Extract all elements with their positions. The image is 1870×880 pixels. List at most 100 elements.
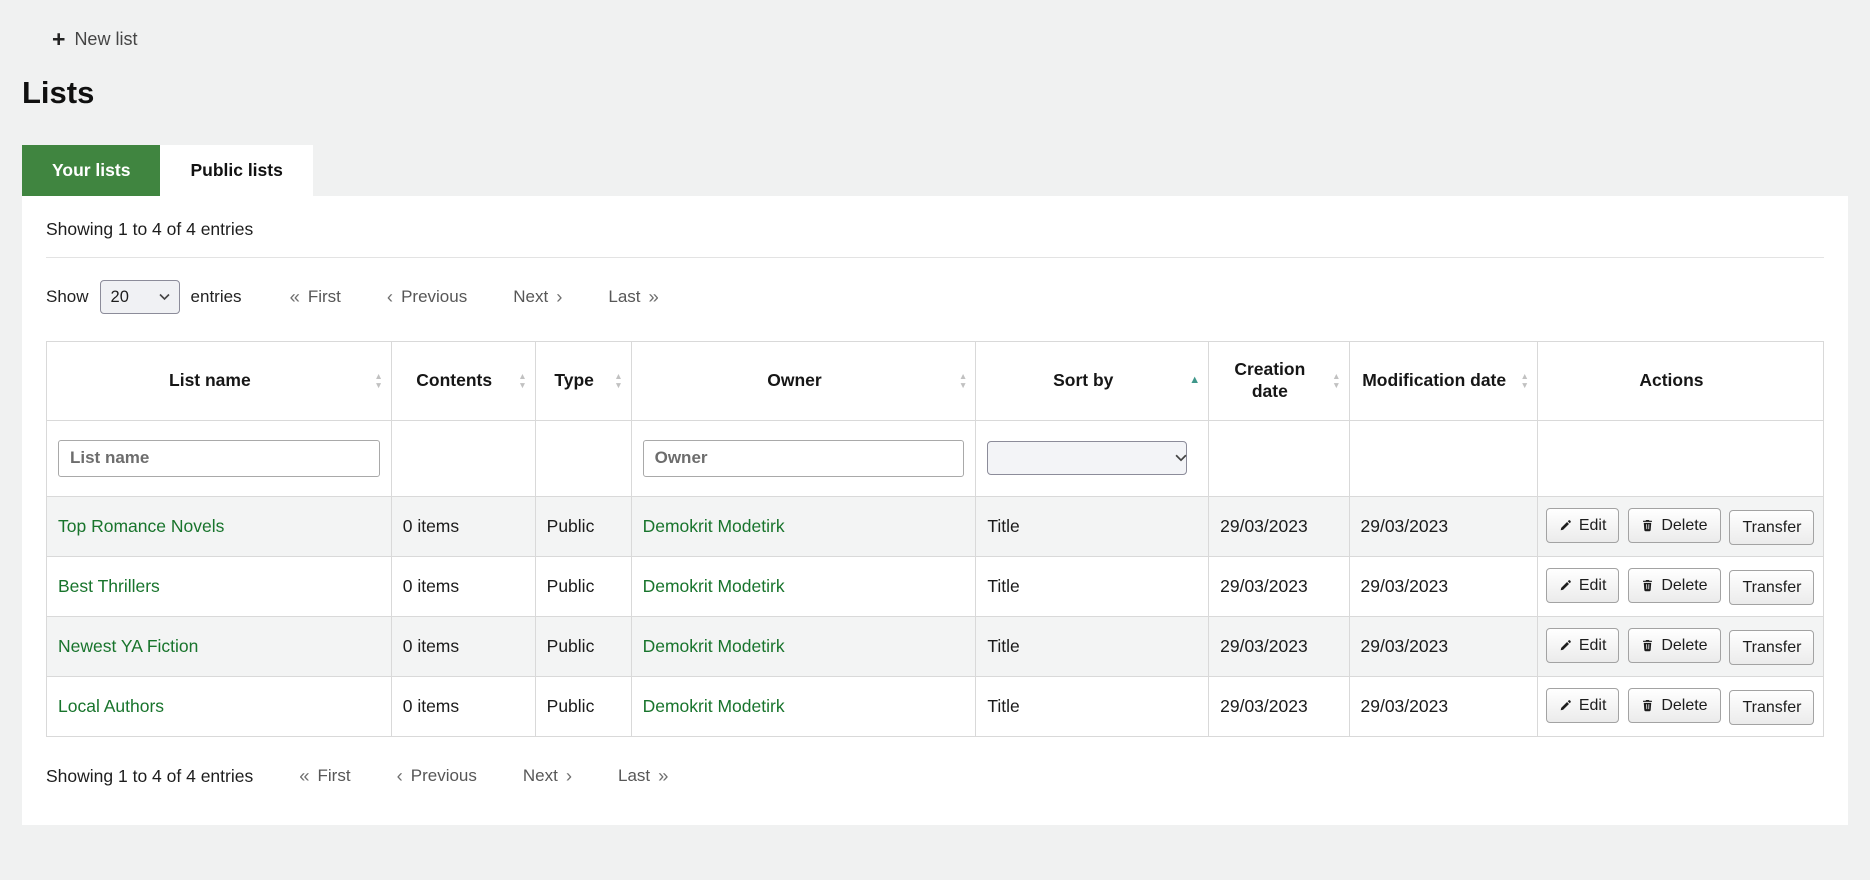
trash-icon [1641, 699, 1654, 712]
contents-cell: 0 items [391, 556, 535, 616]
delete-button[interactable]: Delete [1628, 688, 1720, 723]
sort-by-filter-select[interactable] [987, 441, 1187, 475]
pagination-previous[interactable]: ‹ Previous [387, 287, 467, 307]
column-header-owner[interactable]: Owner ▲▼ [631, 342, 976, 421]
creation-date-cell: 29/03/2023 [1209, 496, 1349, 556]
column-header-label: Type [554, 370, 594, 390]
entries-per-page-select[interactable]: 20 [100, 280, 180, 314]
pagination-last[interactable]: Last » [608, 287, 658, 307]
pagination-last-label: Last [618, 766, 650, 786]
owner-link[interactable]: Demokrit Modetirk [643, 636, 785, 656]
list-name-link[interactable]: Newest YA Fiction [58, 636, 198, 656]
last-page-icon: » [658, 767, 668, 786]
pagination-next[interactable]: Next › [513, 287, 562, 307]
new-list-button[interactable]: + New list [52, 28, 137, 51]
column-header-label: Sort by [1053, 370, 1113, 390]
edit-button[interactable]: Edit [1546, 688, 1620, 723]
column-header-modification-date[interactable]: Modification date ▲▼ [1349, 342, 1537, 421]
transfer-button[interactable]: Transfer [1729, 690, 1814, 725]
tab-your-lists[interactable]: Your lists [22, 145, 160, 196]
type-cell: Public [535, 676, 631, 736]
sort-by-cell: Title [976, 556, 1209, 616]
pagination-first[interactable]: « First [299, 766, 350, 786]
pagination-last-label: Last [608, 287, 640, 307]
pagination-next[interactable]: Next › [523, 766, 572, 786]
table-info-top: Showing 1 to 4 of 4 entries [46, 196, 1824, 258]
transfer-button[interactable]: Transfer [1729, 630, 1814, 665]
column-header-type[interactable]: Type ▲▼ [535, 342, 631, 421]
edit-button[interactable]: Edit [1546, 628, 1620, 663]
sort-icon: ▲▼ [1520, 373, 1528, 389]
edit-button[interactable]: Edit [1546, 568, 1620, 603]
delete-button[interactable]: Delete [1628, 508, 1720, 543]
pencil-icon [1559, 699, 1572, 712]
pagination-previous[interactable]: ‹ Previous [397, 766, 477, 786]
type-cell: Public [535, 496, 631, 556]
first-page-icon: « [290, 288, 300, 307]
pagination-previous-label: Previous [401, 287, 467, 307]
filter-cell-empty [535, 420, 631, 496]
previous-page-icon: ‹ [387, 288, 393, 307]
transfer-button-label: Transfer [1742, 578, 1801, 597]
delete-button[interactable]: Delete [1628, 568, 1720, 603]
column-header-label: Actions [1639, 370, 1703, 390]
owner-link[interactable]: Demokrit Modetirk [643, 696, 785, 716]
list-name-link[interactable]: Local Authors [58, 696, 164, 716]
edit-button-label: Edit [1579, 696, 1607, 715]
contents-cell: 0 items [391, 496, 535, 556]
tab-public-lists[interactable]: Public lists [160, 145, 312, 196]
column-header-list-name[interactable]: List name ▲▼ [47, 342, 392, 421]
owner-link[interactable]: Demokrit Modetirk [643, 576, 785, 596]
pagination-first-label: First [318, 766, 351, 786]
previous-page-icon: ‹ [397, 767, 403, 786]
list-name-filter-input[interactable] [58, 440, 380, 477]
trash-icon [1641, 579, 1654, 592]
page-title: Lists [22, 75, 1848, 111]
table-row: Local Authors 0 items Public Demokrit Mo… [47, 676, 1824, 736]
pagination-previous-label: Previous [411, 766, 477, 786]
pencil-icon [1559, 519, 1572, 532]
owner-link[interactable]: Demokrit Modetirk [643, 516, 785, 536]
delete-button-label: Delete [1661, 576, 1707, 595]
sort-by-cell: Title [976, 616, 1209, 676]
column-header-label: Owner [767, 370, 821, 390]
lists-page: + New list Lists Your lists Public lists… [0, 0, 1870, 835]
transfer-button-label: Transfer [1742, 518, 1801, 537]
pagination-next-label: Next [523, 766, 558, 786]
delete-button-label: Delete [1661, 636, 1707, 655]
pagination-bottom: « First ‹ Previous Next › Last » [299, 766, 668, 786]
delete-button-label: Delete [1661, 516, 1707, 535]
column-header-label: List name [169, 370, 251, 390]
creation-date-cell: 29/03/2023 [1209, 676, 1349, 736]
type-cell: Public [535, 556, 631, 616]
list-name-link[interactable]: Best Thrillers [58, 576, 160, 596]
pagination-first[interactable]: « First [290, 287, 341, 307]
toolbar: + New list [22, 0, 1848, 53]
column-header-creation-date[interactable]: Creation date ▲▼ [1209, 342, 1349, 421]
transfer-button[interactable]: Transfer [1729, 510, 1814, 545]
delete-button[interactable]: Delete [1628, 628, 1720, 663]
first-page-icon: « [299, 767, 309, 786]
column-header-contents[interactable]: Contents ▲▼ [391, 342, 535, 421]
owner-filter-input[interactable] [643, 440, 965, 477]
modification-date-cell: 29/03/2023 [1349, 496, 1537, 556]
column-header-sort-by[interactable]: Sort by ▲ [976, 342, 1209, 421]
table-footer: Showing 1 to 4 of 4 entries « First ‹ Pr… [46, 766, 1824, 787]
pagination-last[interactable]: Last » [618, 766, 668, 786]
modification-date-cell: 29/03/2023 [1349, 616, 1537, 676]
list-name-filter-cell [47, 420, 392, 496]
pagination-first-label: First [308, 287, 341, 307]
column-header-label: Contents [416, 370, 492, 390]
filter-cell-empty [1349, 420, 1537, 496]
entries-select-wrap: 20 [100, 280, 180, 314]
sort-by-select-wrap [987, 441, 1197, 475]
trash-icon [1641, 519, 1654, 532]
edit-button[interactable]: Edit [1546, 508, 1620, 543]
filter-row [47, 420, 1824, 496]
transfer-button[interactable]: Transfer [1729, 570, 1814, 605]
table-row: Best Thrillers 0 items Public Demokrit M… [47, 556, 1824, 616]
contents-cell: 0 items [391, 616, 535, 676]
list-name-link[interactable]: Top Romance Novels [58, 516, 224, 536]
lists-panel: Showing 1 to 4 of 4 entries Show 20 entr… [22, 196, 1848, 825]
transfer-button-label: Transfer [1742, 638, 1801, 657]
